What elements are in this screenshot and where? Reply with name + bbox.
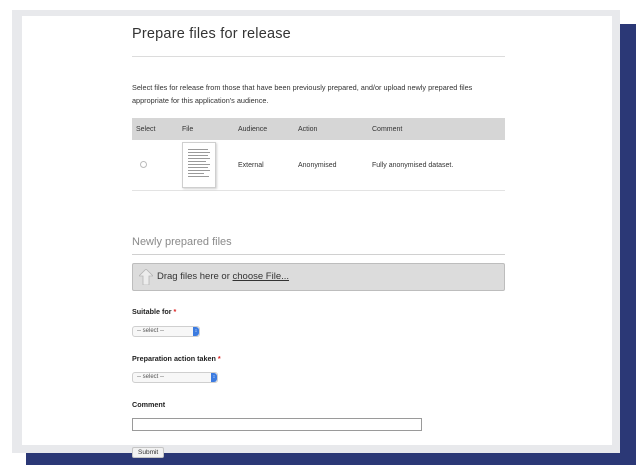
suitable-for-value: -- select -- [137,328,164,334]
col-header-comment: Comment [368,118,505,140]
document-thumbnail-icon[interactable] [182,142,216,188]
suitable-for-label-text: Suitable for [132,307,172,316]
intro-text: Select files for release from those that… [132,83,473,105]
comment-label: Comment [132,400,166,409]
audience-cell: External [234,140,294,191]
title-divider [132,56,505,57]
section-divider [132,254,505,255]
action-cell: Anonymised [294,140,368,191]
col-header-audience: Audience [234,118,294,140]
select-cell [132,140,178,191]
preparation-action-label-text: Preparation action taken [132,354,216,363]
files-table: Select File Audience Action Comment Exte… [132,118,505,191]
chevron-updown-icon: ↕ [211,373,217,382]
comment-cell: Fully anonymised dataset. [368,140,505,191]
choose-file-link[interactable]: choose File... [233,271,290,282]
page-title: Prepare files for release [132,26,291,42]
chevron-updown-icon: ↕ [193,327,199,336]
table-row: External Anonymised Fully anonymised dat… [132,140,505,191]
main-panel: Prepare files for release Select files f… [22,16,612,458]
required-marker: * [173,307,177,316]
col-header-file: File [178,118,234,140]
section-title: Newly prepared files [132,236,232,248]
preparation-action-value: -- select -- [137,374,164,380]
col-header-select: Select [132,118,178,140]
suitable-for-label: Suitable for * [132,307,176,316]
required-marker: * [217,354,221,363]
file-select-radio[interactable] [140,160,147,168]
upload-arrow-icon [139,269,153,285]
suitable-for-select[interactable]: -- select -- ↕ [132,326,200,337]
submit-button[interactable]: Submit [132,447,165,458]
file-cell [178,140,234,191]
preparation-action-label: Preparation action taken * [132,354,221,363]
drop-zone-text: Drag files here or choose File... [157,271,289,282]
col-header-action: Action [294,118,368,140]
preparation-action-select[interactable]: -- select -- ↕ [132,372,218,383]
table-header-row: Select File Audience Action Comment [132,118,505,140]
comment-input[interactable] [132,418,422,431]
file-drop-zone[interactable]: Drag files here or choose File... [132,263,505,291]
drop-zone-label: Drag files here or [157,271,233,282]
